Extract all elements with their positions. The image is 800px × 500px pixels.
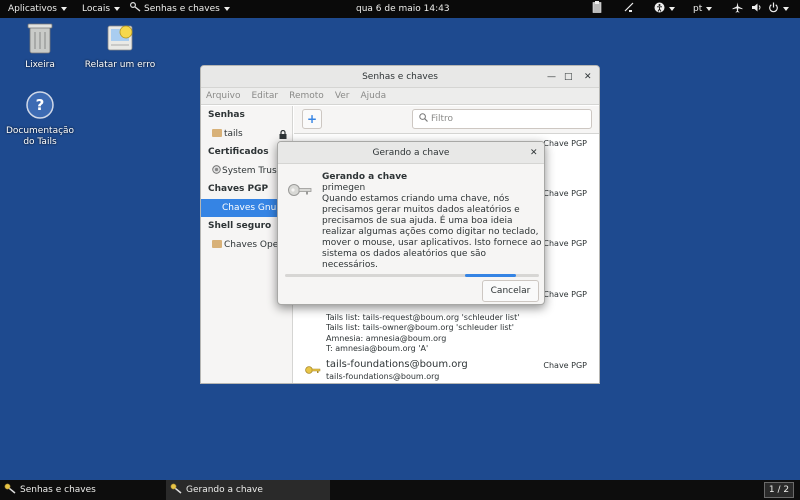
accessibility-menu[interactable] xyxy=(654,0,675,18)
volume-icon[interactable] xyxy=(751,0,762,18)
dialog-title: Gerando a chave xyxy=(372,148,450,158)
dialog-message: Quando estamos criando uma chave, nós pr… xyxy=(322,194,542,270)
desktop-report-bug[interactable]: Relatar um erro xyxy=(78,22,162,71)
chevron-down-icon xyxy=(114,6,121,11)
dialog-close-button[interactable]: ✕ xyxy=(530,142,538,164)
menu-ajuda[interactable]: Ajuda xyxy=(361,91,387,101)
dialog-titlebar[interactable]: Gerando a chave ✕ xyxy=(278,142,544,164)
key-uid: Tails list: tails-owner@boum.org 'schleu… xyxy=(326,323,514,332)
desktop-trash[interactable]: Lixeira xyxy=(0,22,82,71)
clock[interactable]: qua 6 de maio 14:43 xyxy=(356,0,450,18)
content-toolbar: + Filtro xyxy=(294,106,599,134)
svg-text:?: ? xyxy=(36,96,45,114)
progress-bar xyxy=(285,274,539,277)
clipboard-icon[interactable] xyxy=(592,0,602,18)
sidebar-item-label: System Trust xyxy=(222,166,281,176)
places-label: Locais xyxy=(82,4,111,14)
key-uid: Tails list: tails-request@boum.org 'schl… xyxy=(326,313,520,322)
window-title: Senhas e chaves xyxy=(362,72,438,82)
key-type: Chave PGP xyxy=(543,361,587,370)
certificate-icon xyxy=(212,165,221,174)
bug-report-icon xyxy=(107,25,133,51)
language-menu[interactable]: pt xyxy=(693,0,713,18)
key-icon xyxy=(288,184,312,196)
keys-icon xyxy=(4,483,16,494)
sidebar-header-passwords: Senhas xyxy=(208,110,245,120)
app-menu[interactable]: Senhas e chaves xyxy=(129,0,230,18)
folder-icon xyxy=(212,129,222,137)
docs-label-line1: Documentação xyxy=(5,126,75,136)
generating-key-dialog: Gerando a chave ✕ Gerando a chave primeg… xyxy=(277,141,545,305)
trash-label: Lixeira xyxy=(25,60,55,70)
sidebar-item-tails[interactable]: tails xyxy=(201,125,292,143)
desktop-documentation[interactable]: ? Documentação do Tails xyxy=(0,90,82,148)
key-type: Chave PGP xyxy=(543,139,587,148)
folder-icon xyxy=(212,240,222,248)
key-uid: tails-foundations@boum.org xyxy=(326,372,440,381)
menu-editar[interactable]: Editar xyxy=(251,91,278,101)
report-label: Relatar um erro xyxy=(84,60,156,70)
keys-icon xyxy=(129,1,141,12)
menu-remoto[interactable]: Remoto xyxy=(289,91,324,101)
add-button[interactable]: + xyxy=(302,109,322,129)
chevron-down-icon xyxy=(783,6,789,11)
system-menu[interactable] xyxy=(768,0,789,18)
language-label: pt xyxy=(693,4,703,14)
chevron-down-icon xyxy=(60,6,67,11)
workspace-pager[interactable]: 1 / 2 xyxy=(764,482,794,498)
task-passwords-keys[interactable]: Senhas e chaves xyxy=(0,480,164,500)
key-uid: Amnesia: amnesia@boum.org xyxy=(326,334,447,343)
key-type: Chave PGP xyxy=(543,290,587,299)
docs-label-line2: do Tails xyxy=(23,137,57,147)
task-generating-key[interactable]: Gerando a chave xyxy=(166,480,330,500)
chevron-down-icon xyxy=(669,6,675,11)
trash-icon xyxy=(27,23,53,54)
maximize-button[interactable]: □ xyxy=(564,66,573,88)
filter-input[interactable]: Filtro xyxy=(412,109,592,129)
lock-icon xyxy=(279,130,287,139)
network-off-icon[interactable] xyxy=(623,0,635,18)
applications-label: Aplicativos xyxy=(8,4,57,14)
dialog-subheading: primegen xyxy=(322,183,366,193)
applications-menu[interactable]: Aplicativos xyxy=(8,0,67,18)
app-menu-label: Senhas e chaves xyxy=(144,4,220,14)
top-bar: Aplicativos Locais Senhas e chaves qua 6… xyxy=(0,0,800,18)
dialog-heading: Gerando a chave xyxy=(322,172,408,182)
help-icon: ? xyxy=(26,91,54,119)
key-type: Chave PGP xyxy=(543,239,587,248)
keys-icon xyxy=(170,483,182,494)
close-button[interactable]: ✕ xyxy=(584,66,592,88)
key-icon xyxy=(305,366,321,374)
search-icon xyxy=(419,113,428,122)
task-label: Gerando a chave xyxy=(186,485,263,495)
list-item[interactable]: tails-foundations@boum.org tails-foundat… xyxy=(294,358,599,383)
airplane-icon[interactable] xyxy=(732,0,743,18)
cancel-button[interactable]: Cancelar xyxy=(482,280,539,302)
key-name: tails-foundations@boum.org xyxy=(326,359,468,370)
window-titlebar[interactable]: Senhas e chaves — □ ✕ xyxy=(201,66,599,88)
key-uid: T: amnesia@boum.org 'A' xyxy=(326,344,429,353)
menu-bar: Arquivo Editar Remoto Ver Ajuda xyxy=(201,88,599,105)
dialog-content: Gerando a chave primegen Quando estamos … xyxy=(322,172,544,271)
key-type: Chave PGP xyxy=(543,189,587,198)
places-menu[interactable]: Locais xyxy=(82,0,121,18)
filter-placeholder: Filtro xyxy=(431,114,454,124)
sidebar-item-label: tails xyxy=(224,129,243,139)
bottom-taskbar: Senhas e chaves Gerando a chave 1 / 2 xyxy=(0,480,800,500)
accessibility-icon xyxy=(654,2,665,13)
menu-ver[interactable]: Ver xyxy=(335,91,350,101)
task-label: Senhas e chaves xyxy=(20,485,96,495)
minimize-button[interactable]: — xyxy=(547,66,556,88)
chevron-down-icon xyxy=(223,6,230,11)
chevron-down-icon xyxy=(706,6,713,11)
menu-arquivo[interactable]: Arquivo xyxy=(206,91,240,101)
power-icon xyxy=(769,2,778,13)
progress-fill xyxy=(465,274,517,277)
